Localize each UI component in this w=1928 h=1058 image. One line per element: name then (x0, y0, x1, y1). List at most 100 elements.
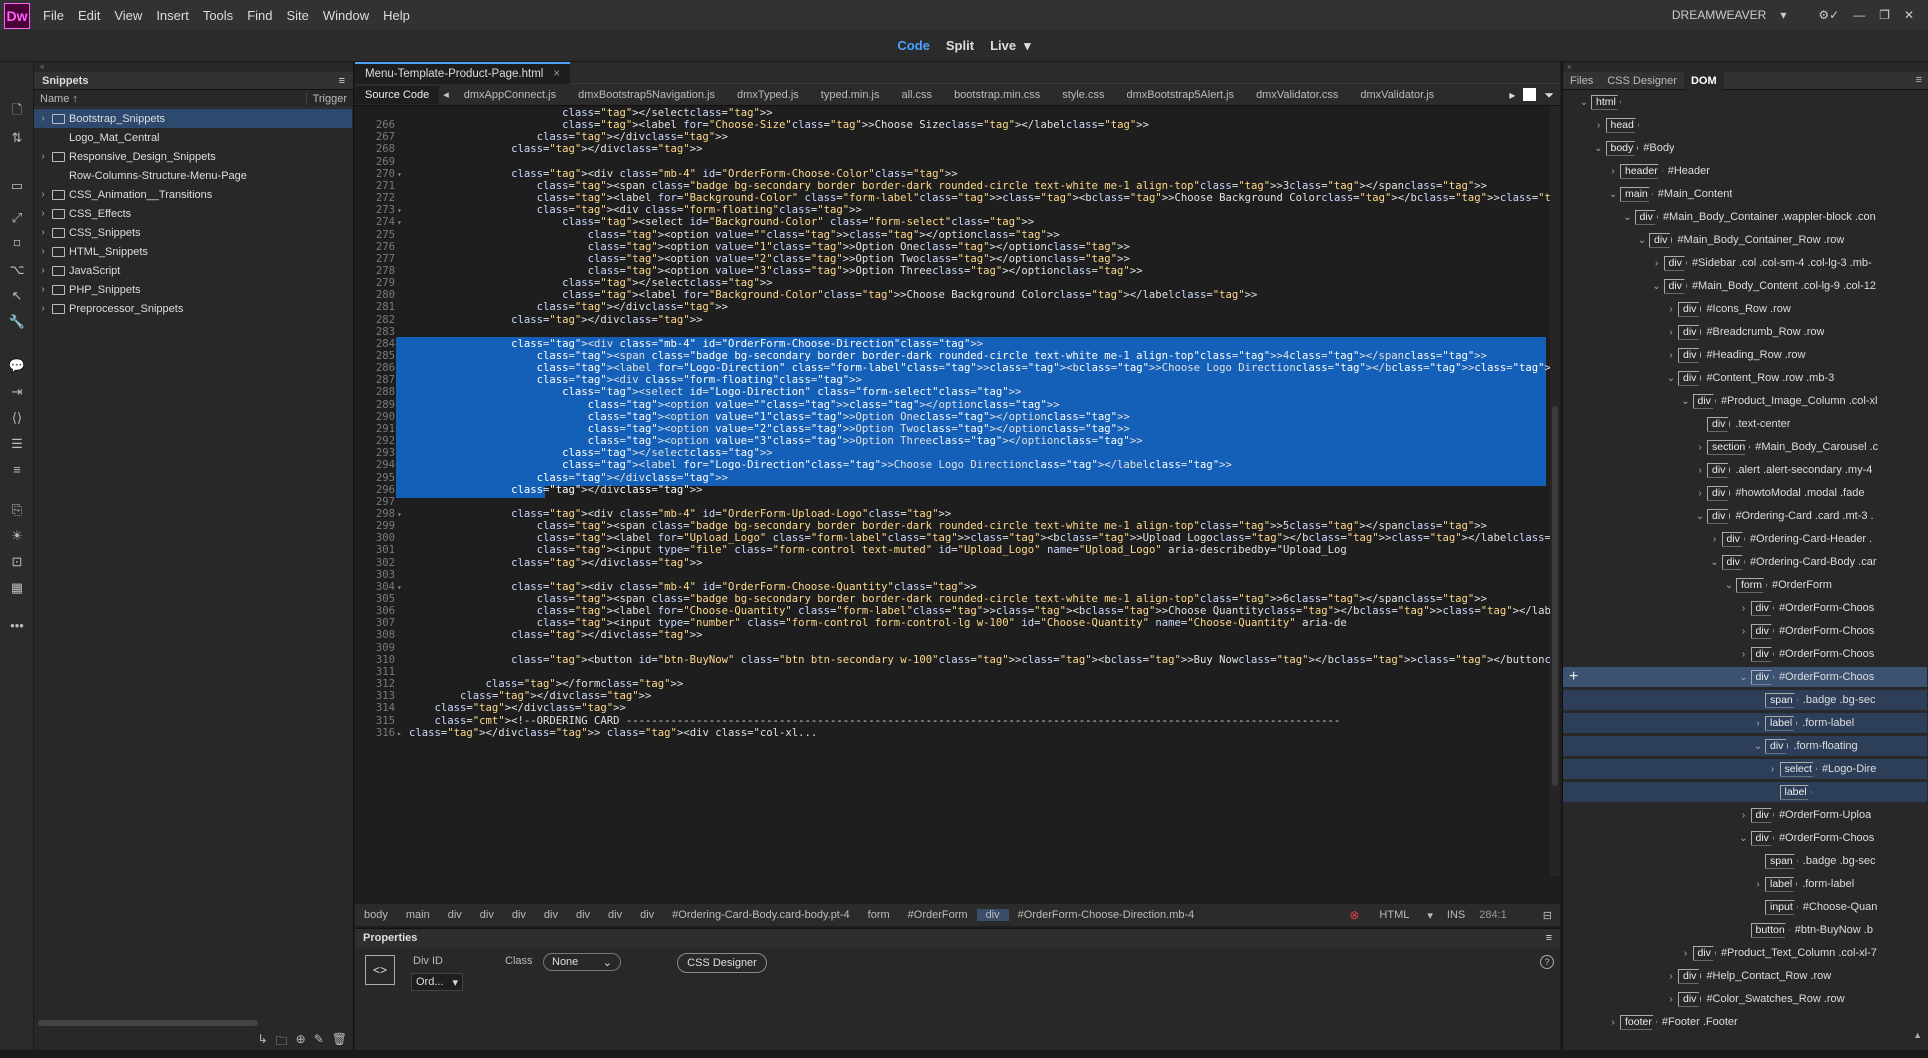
chevron-down-icon[interactable]: ⌄ (1577, 97, 1591, 108)
list-icon[interactable]: ☰ (8, 436, 26, 452)
chevron-down-icon[interactable]: ⌄ (1751, 741, 1765, 752)
breadcrumb-item[interactable]: div (599, 909, 631, 921)
chevron-down-icon[interactable]: ⌄ (1606, 189, 1620, 200)
dom-node[interactable]: › header #Header (1563, 161, 1927, 181)
chevron-right-icon[interactable]: › (1737, 810, 1751, 821)
dom-tag[interactable]: div (1649, 232, 1673, 248)
chevron-right-icon[interactable]: › (1737, 626, 1751, 637)
chevron-right-icon[interactable]: › (1693, 442, 1707, 453)
collapse-icon[interactable]: » (1563, 62, 1928, 72)
menu-edit[interactable]: Edit (71, 8, 107, 23)
chevron-right-icon[interactable]: › (1737, 649, 1751, 660)
snippet-folder[interactable]: › HTML_Snippets (34, 242, 352, 261)
dom-tag[interactable]: section (1707, 439, 1751, 455)
dom-node[interactable]: ⌄ div #Main_Body_Container .wappler-block … (1563, 207, 1927, 227)
dom-tag[interactable]: select (1779, 761, 1817, 777)
chevron-down-icon[interactable]: ⌄ (1708, 557, 1722, 568)
trigger-column-header[interactable]: Trigger (305, 92, 347, 105)
snippet-folder[interactable]: Logo_Mat_Central (34, 128, 352, 147)
breadcrumb-item[interactable]: form (859, 909, 899, 921)
dom-node[interactable]: ⌄ div #Content_Row .row .mb-3 (1563, 368, 1927, 388)
menu-insert[interactable]: Insert (149, 8, 196, 23)
related-file-tab[interactable]: dmxTyped.js (726, 89, 810, 101)
chevron-right-icon[interactable]: › (1592, 120, 1606, 131)
dom-tag[interactable]: span (1765, 853, 1798, 869)
chevron-down-icon[interactable]: ▾ (1427, 909, 1433, 922)
dom-tag[interactable]: label (1765, 715, 1798, 731)
menu-window[interactable]: Window (316, 8, 376, 23)
tab-dom[interactable]: DOM (1683, 71, 1724, 90)
chevron-right-icon[interactable]: › (34, 208, 52, 219)
dom-tag[interactable]: div (1750, 646, 1774, 662)
snippet-folder[interactable]: › Bootstrap_Snippets (34, 109, 352, 128)
format-icon[interactable]: ⌥ (8, 262, 26, 278)
chevron-right-icon[interactable]: › (34, 284, 52, 295)
dom-node[interactable]: › select #Logo-Dire (1563, 759, 1927, 779)
dom-tag[interactable]: div (1721, 531, 1745, 547)
snippet-folder[interactable]: › JavaScript (34, 261, 352, 280)
css-designer-button[interactable]: CSS Designer (677, 953, 767, 973)
code-line[interactable]: 316 ▸ class="tag"></divclass="tag">> class… (355, 726, 1560, 741)
dom-tag[interactable]: div (1634, 209, 1658, 225)
dom-node[interactable]: › section #Main_Body_Carousel .c (1563, 437, 1927, 457)
chevron-right-icon[interactable]: › (1693, 465, 1707, 476)
source-code-tab[interactable]: Source Code (355, 85, 440, 104)
dom-node[interactable]: ⌄ div #Main_Body_Content .col-lg-9 .col-12 (1563, 276, 1927, 296)
dom-node[interactable]: input #Choose-Quan (1563, 897, 1927, 917)
chevron-right-icon[interactable]: › (1693, 488, 1707, 499)
chevron-right-icon[interactable]: › (1650, 258, 1664, 269)
snippets-tab[interactable]: Snippets (42, 75, 88, 87)
sun-icon[interactable]: ☀ (8, 528, 26, 544)
menu-tools[interactable]: Tools (196, 8, 240, 23)
dom-node[interactable]: ⌄ div #Ordering-Card .card .mt-3 . (1563, 506, 1927, 526)
dom-tag[interactable]: div (1721, 554, 1745, 570)
dom-node[interactable]: › div #Help_Contact_Row .row (1563, 966, 1927, 986)
dom-node[interactable]: › label .form-label (1563, 874, 1927, 894)
dom-tag[interactable]: div (1707, 485, 1731, 501)
split-view-button[interactable]: Split (946, 38, 974, 53)
dom-tag[interactable]: button (1750, 922, 1790, 938)
breadcrumb-item[interactable]: #OrderForm-Choose-Direction.mb-4 (1009, 909, 1204, 921)
class-select[interactable]: None ⌄ (543, 953, 621, 971)
panel-menu-icon[interactable]: ≡ (1916, 74, 1922, 86)
chevron-down-icon[interactable]: ⌄ (1664, 373, 1678, 384)
tag-wrap-icon[interactable]: ⟨⟩ (8, 410, 26, 426)
panel-menu-icon[interactable]: ≡ (339, 75, 345, 87)
properties-tab[interactable]: Properties (363, 932, 417, 944)
chevron-right-icon[interactable]: › (34, 189, 52, 200)
workspace-switcher[interactable]: DREAMWEAVER (1672, 8, 1766, 22)
menu-help[interactable]: Help (376, 8, 417, 23)
tab-files[interactable]: Files (1563, 72, 1600, 90)
chevron-down-icon[interactable]: ▾ (1780, 8, 1786, 22)
dom-tag[interactable]: footer (1620, 1014, 1657, 1030)
code-view-button[interactable]: Code (897, 38, 930, 53)
dom-tag[interactable]: span (1765, 692, 1798, 708)
filter-icon[interactable]: ⏷ (1544, 88, 1554, 103)
menu-find[interactable]: Find (240, 8, 279, 23)
document-tab[interactable]: Menu-Template-Product-Page.html × (355, 62, 571, 84)
dom-node[interactable]: ⌄ div #Ordering-Card-Body .car (1563, 552, 1927, 572)
menu-view[interactable]: View (107, 8, 149, 23)
chevron-right-icon[interactable]: › (34, 265, 52, 276)
dom-node[interactable]: › div #Ordering-Card-Header . (1563, 529, 1927, 549)
code-view[interactable]: class="tag"></selectclass="tag">> 266 cla… (355, 106, 1560, 876)
related-file-tab[interactable]: typed.min.js (810, 89, 891, 101)
dom-tag[interactable]: div (1750, 623, 1774, 639)
comment-icon[interactable]: 💬 (8, 358, 26, 374)
vertical-scrollbar[interactable] (1550, 106, 1560, 876)
snippet-folder[interactable]: Row-Columns-Structure-Menu-Page (34, 166, 352, 185)
dom-node[interactable]: › div #OrderForm-Choos (1563, 644, 1927, 664)
dom-tag[interactable]: div (1707, 508, 1731, 524)
snippet-folder[interactable]: › CSS_Effects (34, 204, 352, 223)
chevron-right-icon[interactable]: › (34, 246, 52, 257)
fold-toggle-icon[interactable]: ▸ (397, 726, 402, 741)
snippet-folder[interactable]: › CSS_Animation__Transitions (34, 185, 352, 204)
related-file-tab[interactable]: dmxValidator.css (1245, 89, 1349, 101)
related-file-tab[interactable]: bootstrap.min.css (943, 89, 1051, 101)
chevron-down-icon[interactable]: ⌄ (1592, 143, 1606, 154)
dom-node[interactable]: › footer #Footer .Footer (1563, 1012, 1927, 1032)
dom-tag[interactable]: div (1678, 347, 1702, 363)
dom-node[interactable]: label (1563, 782, 1927, 802)
dom-node[interactable]: ⌄ body #Body (1563, 138, 1927, 158)
dom-node[interactable]: › head (1563, 115, 1927, 135)
